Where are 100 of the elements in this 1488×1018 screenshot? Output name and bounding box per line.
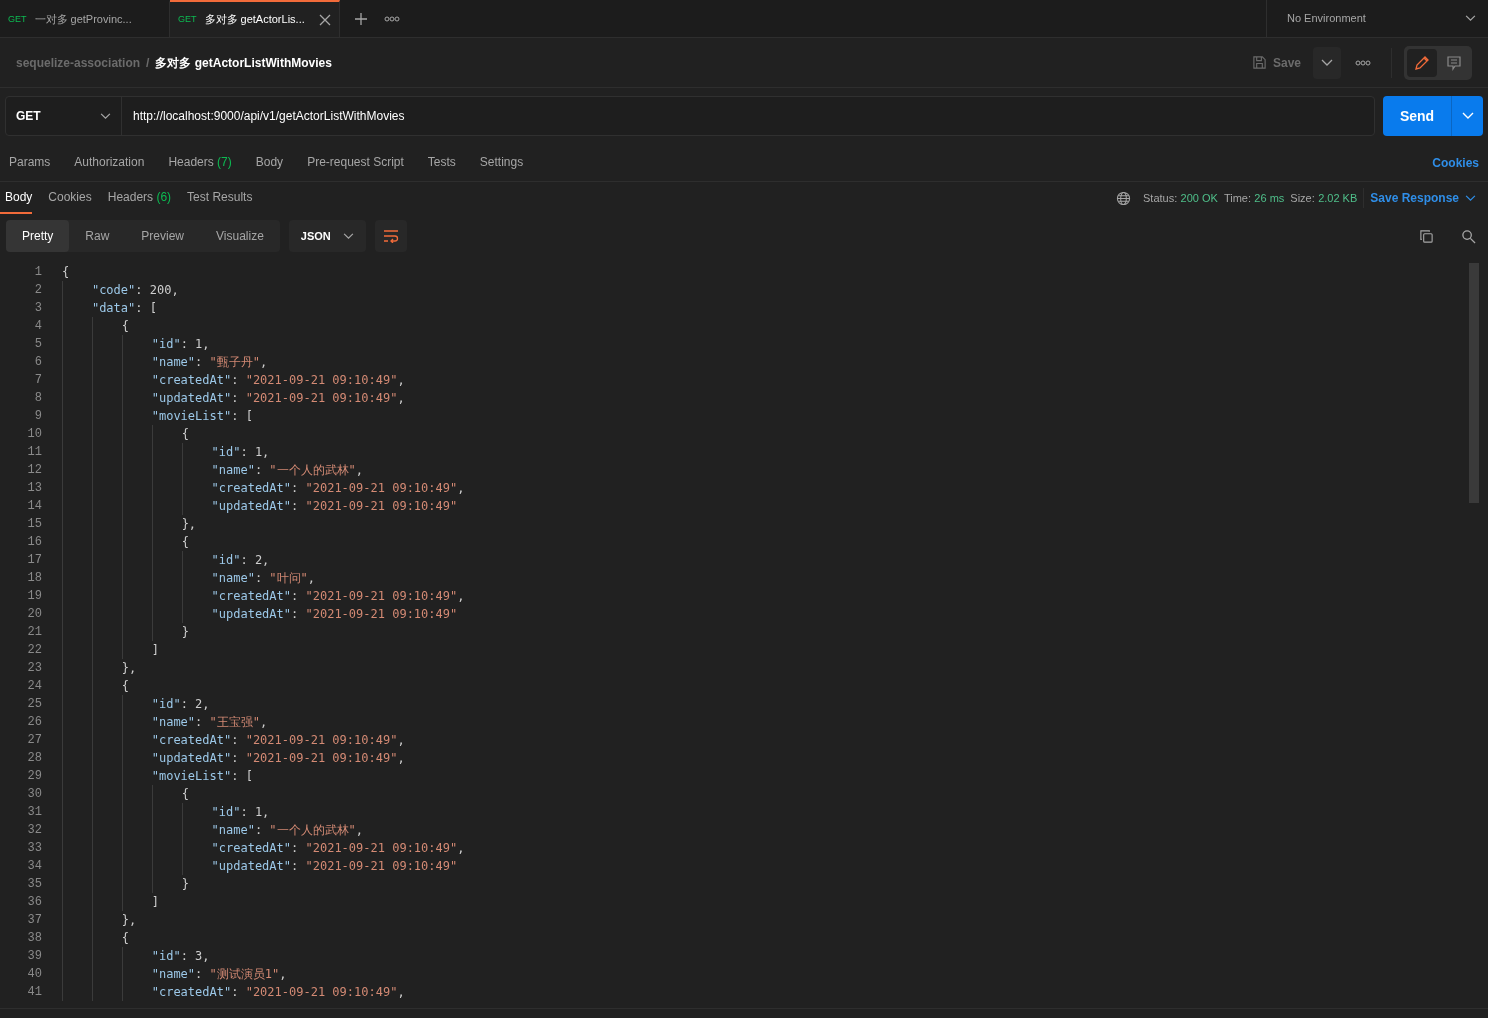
save-options-button[interactable] — [1313, 46, 1341, 79]
close-icon[interactable] — [319, 13, 331, 26]
method-dropdown[interactable]: GET — [6, 97, 122, 135]
view-mode-tab[interactable]: Raw — [69, 220, 126, 252]
code-line: "updatedAt": "2021-09-21 09:10:49", — [62, 749, 405, 767]
code-line: "name": "叶问", — [62, 569, 316, 587]
code-line: { — [62, 533, 189, 551]
line-number: 25 — [26, 696, 42, 713]
ellipsis-icon — [1355, 59, 1371, 66]
code-line: "name": "甄子丹", — [62, 353, 268, 371]
line-number: 23 — [26, 660, 42, 677]
request-tab[interactable]: GET 多对多 getActorLis... — [170, 0, 340, 37]
line-number: 36 — [26, 894, 42, 911]
tab[interactable]: Settings — [470, 144, 524, 181]
environment-dropdown[interactable]: No Environment — [1266, 0, 1488, 37]
code-line: ] — [62, 641, 159, 659]
edit-button[interactable] — [1407, 48, 1437, 77]
status-info: Time: 26 ms — [1223, 191, 1285, 206]
line-number: 22 — [26, 642, 42, 659]
comment-icon — [1446, 54, 1462, 71]
line-number: 33 — [26, 840, 42, 857]
status-info: Size: 2.02 KB — [1290, 191, 1358, 206]
caret-icon — [100, 112, 111, 120]
code-line: "id": 1, — [62, 803, 270, 821]
format-dropdown[interactable]: JSON — [288, 220, 366, 252]
line-number: 39 — [26, 948, 42, 965]
line-number: 2 — [33, 282, 42, 299]
tab[interactable]: Pre-request Script — [298, 144, 404, 181]
line-number: 21 — [26, 624, 42, 641]
request-name: 多对多 getActorListWithMovies — [155, 54, 332, 72]
save-response-button[interactable]: Save Response — [1370, 189, 1476, 207]
tab[interactable]: Tests — [418, 144, 456, 181]
line-number: 16 — [26, 534, 42, 551]
tab[interactable]: Body — [0, 182, 33, 214]
code-line: "createdAt": "2021-09-21 09:10:49", — [62, 983, 405, 1001]
line-number: 7 — [33, 372, 42, 389]
line-number: 10 — [26, 426, 42, 443]
search-icon[interactable] — [1461, 228, 1476, 244]
code-line: }, — [62, 659, 137, 677]
code-line: }, — [62, 515, 197, 533]
tab[interactable]: Cookies — [43, 182, 92, 214]
line-number: 13 — [26, 480, 42, 497]
status-info: Status: 200 OK — [1143, 191, 1218, 206]
copy-icon[interactable] — [1419, 228, 1434, 244]
line-number: 29 — [26, 768, 42, 785]
code-line: "id": 1, — [62, 443, 270, 461]
view-mode-tab[interactable]: Visualize — [200, 220, 280, 252]
send-button[interactable]: Send — [1383, 96, 1451, 136]
code-line: { — [62, 785, 189, 803]
request-bar[interactable]: GET http://localhost:9000/api/v1/getActorListWithMovies — [5, 96, 1375, 136]
tab[interactable]: Authorization — [65, 144, 145, 181]
line-number: 18 — [26, 570, 42, 587]
code-line: "createdAt": "2021-09-21 09:10:49", — [62, 731, 405, 749]
tab[interactable]: Test Results — [182, 182, 253, 214]
tab[interactable]: Params — [0, 144, 51, 181]
wrap-icon — [382, 229, 399, 243]
tab[interactable]: Headers (7) — [159, 144, 232, 181]
code-line: { — [62, 264, 70, 281]
cookies-link[interactable]: Cookies — [1432, 153, 1479, 172]
code-line: "movieList": [ — [62, 767, 253, 785]
line-number: 1 — [33, 264, 42, 281]
code-line: "updatedAt": "2021-09-21 09:10:49" — [62, 605, 458, 623]
line-number: 4 — [33, 318, 42, 335]
line-number: 3 — [33, 300, 42, 317]
code-line: "id": 2, — [62, 695, 210, 713]
code-line: "updatedAt": "2021-09-21 09:10:49" — [62, 857, 458, 875]
view-mode-tab[interactable]: Pretty — [6, 220, 70, 252]
code-line: "data": [ — [62, 299, 157, 317]
caret-icon — [1465, 194, 1476, 202]
code-line: "name": "王宝强", — [62, 713, 268, 731]
line-number: 40 — [26, 966, 42, 983]
line-number: 28 — [26, 750, 42, 767]
line-number: 19 — [26, 588, 42, 605]
tab[interactable]: Body — [246, 144, 284, 181]
code-line: "id": 3, — [62, 947, 210, 965]
code-line: "code": 200, — [62, 281, 179, 299]
code-line: "movieList": [ — [62, 407, 253, 425]
code-line: { — [62, 425, 189, 443]
line-number: 17 — [26, 552, 42, 569]
line-number: 31 — [26, 804, 42, 821]
send-options-button[interactable] — [1451, 96, 1483, 136]
tab[interactable]: Headers (6) — [102, 182, 172, 214]
wrap-lines-button[interactable] — [374, 220, 407, 252]
caret-icon — [1465, 15, 1476, 22]
line-number: 37 — [26, 912, 42, 929]
caret-icon — [342, 232, 354, 240]
line-number: 26 — [26, 714, 42, 731]
view-mode-tab[interactable]: Preview — [125, 220, 201, 252]
code-line: "createdAt": "2021-09-21 09:10:49", — [62, 587, 465, 605]
plus-icon — [354, 11, 368, 26]
code-line: "createdAt": "2021-09-21 09:10:49", — [62, 839, 465, 857]
pencil-icon — [1414, 54, 1430, 71]
code-line: { — [62, 317, 130, 335]
line-number: 35 — [26, 876, 42, 893]
line-number: 34 — [26, 858, 42, 875]
code-line: }, — [62, 911, 137, 929]
url-field[interactable]: http://localhost:9000/api/v1/getActorListWithMovies — [122, 97, 1374, 135]
line-number: 14 — [26, 498, 42, 515]
line-number: 41 — [26, 984, 42, 1001]
globe-icon[interactable] — [1116, 190, 1131, 206]
